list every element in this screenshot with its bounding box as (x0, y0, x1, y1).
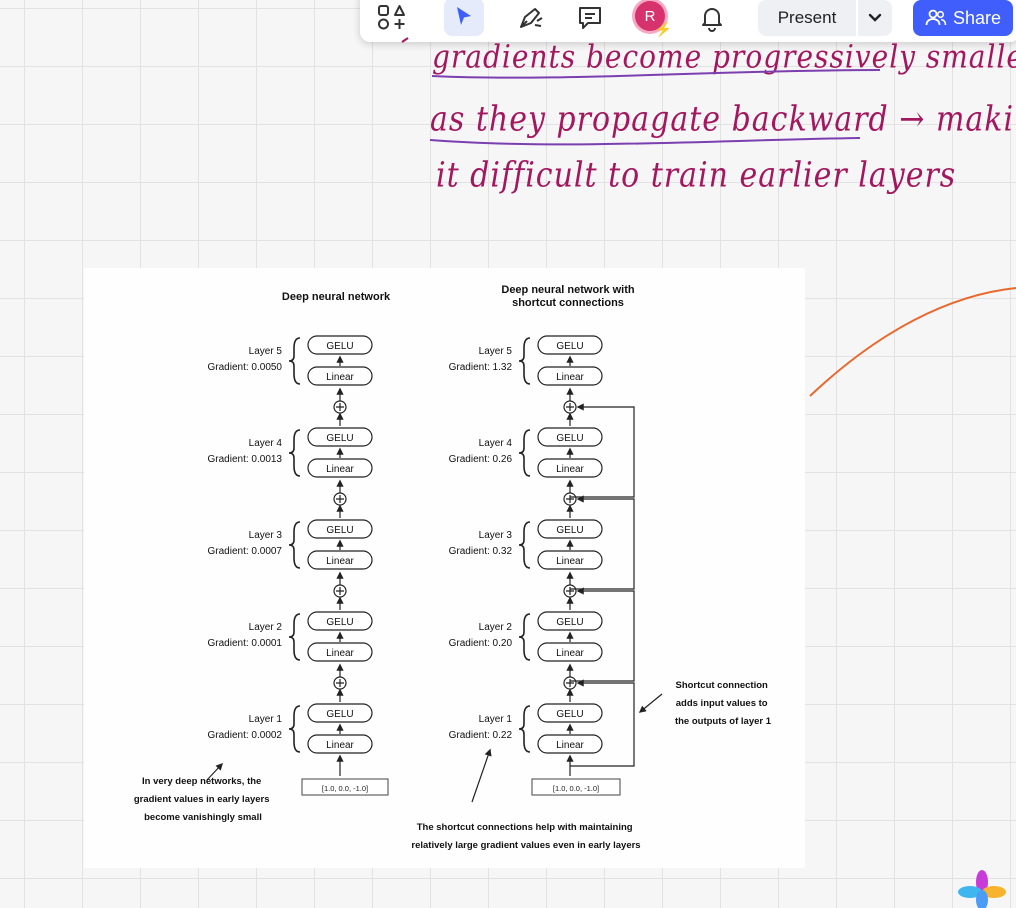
left-linear-label: Linear (326, 464, 354, 475)
right-layer-gradient: Gradient: 0.22 (449, 730, 513, 741)
left-network: GELU Linear Layer 5 Gradient: 0.0050 GELU Lin… (208, 335, 373, 776)
left-layer-gradient: Gradient: 0.0007 (208, 546, 283, 557)
orange-curve (809, 287, 1016, 397)
bottom-note: The shortcut connections help with maint… (411, 822, 640, 851)
left-layer-name: Layer 2 (249, 622, 283, 633)
app-logo-icon (958, 870, 1006, 908)
diagram-figure: Deep neural network Deep neural network … (84, 268, 805, 868)
right-linear-label: Linear (556, 648, 584, 659)
left-note: In very deep networks, the gradient valu… (134, 776, 272, 823)
right-layer-name: Layer 4 (479, 438, 513, 449)
left-gelu-label: GELU (326, 341, 353, 352)
left-layer-brace (288, 613, 301, 661)
shortcut-connection (570, 495, 635, 590)
left-input-vector: [1.0, 0.0, -1.0] (322, 784, 368, 793)
right-layer-name: Layer 5 (479, 346, 513, 357)
right-gelu-label: GELU (556, 341, 583, 352)
right-layer-name: Layer 3 (479, 530, 513, 541)
right-network: GELU Linear Layer 5 Gradient: 1.32 GELU Linea… (449, 335, 635, 776)
right-gelu-label: GELU (556, 709, 583, 720)
left-linear-label: Linear (326, 556, 354, 567)
right-layer-gradient: Gradient: 0.26 (449, 454, 513, 465)
right-linear-label: Linear (556, 556, 584, 567)
right-title-line2: shortcut connections (512, 297, 624, 309)
left-layer-name: Layer 1 (249, 714, 283, 725)
right-layer-brace (518, 429, 531, 477)
left-layer-brace (288, 705, 301, 753)
left-gelu-label: GELU (326, 709, 353, 720)
right-layer-brace (518, 337, 531, 385)
right-layer-brace (518, 705, 531, 753)
left-layer-name: Layer 3 (249, 530, 283, 541)
right-linear-label: Linear (556, 740, 584, 751)
bottom-note-arrow (471, 748, 492, 803)
left-layer-brace (288, 521, 301, 569)
right-layer-brace (518, 613, 531, 661)
right-layer-gradient: Gradient: 1.32 (449, 362, 513, 373)
right-linear-label: Linear (556, 464, 584, 475)
shortcut-note: Shortcut connection adds input values to… (675, 680, 772, 727)
right-linear-label: Linear (556, 372, 584, 383)
left-layer-gradient: Gradient: 0.0013 (208, 454, 283, 465)
bracket-stroke (401, 37, 409, 43)
right-input-vector: [1.0, 0.0, -1.0] (553, 784, 599, 793)
shortcut-connection (570, 403, 635, 498)
left-linear-label: Linear (326, 740, 354, 751)
underline-stroke-1 (431, 69, 881, 79)
left-gelu-label: GELU (326, 617, 353, 628)
right-layer-gradient: Gradient: 0.32 (449, 546, 513, 557)
shortcut-connection (570, 587, 635, 682)
left-layer-name: Layer 5 (249, 346, 283, 357)
underline-stroke-2 (429, 137, 861, 146)
left-gelu-label: GELU (326, 525, 353, 536)
shortcut-note-arrow (638, 693, 663, 713)
left-linear-label: Linear (326, 372, 354, 383)
right-layer-gradient: Gradient: 0.20 (449, 638, 513, 649)
left-title: Deep neural network (282, 291, 391, 303)
left-layer-brace (288, 337, 301, 385)
left-linear-label: Linear (326, 648, 354, 659)
left-layer-gradient: Gradient: 0.0050 (208, 362, 283, 373)
right-gelu-label: GELU (556, 525, 583, 536)
left-gelu-label: GELU (326, 433, 353, 444)
diagram-svg: Deep neural network Deep neural network … (134, 284, 772, 851)
left-layer-brace (288, 429, 301, 477)
right-layer-name: Layer 1 (479, 714, 513, 725)
right-gelu-label: GELU (556, 433, 583, 444)
right-layer-brace (518, 521, 531, 569)
right-title-line1: Deep neural network with (501, 284, 635, 296)
left-layer-name: Layer 4 (249, 438, 283, 449)
right-layer-name: Layer 2 (479, 622, 513, 633)
left-layer-gradient: Gradient: 0.0001 (208, 638, 283, 649)
left-layer-gradient: Gradient: 0.0002 (208, 730, 283, 741)
right-gelu-label: GELU (556, 617, 583, 628)
